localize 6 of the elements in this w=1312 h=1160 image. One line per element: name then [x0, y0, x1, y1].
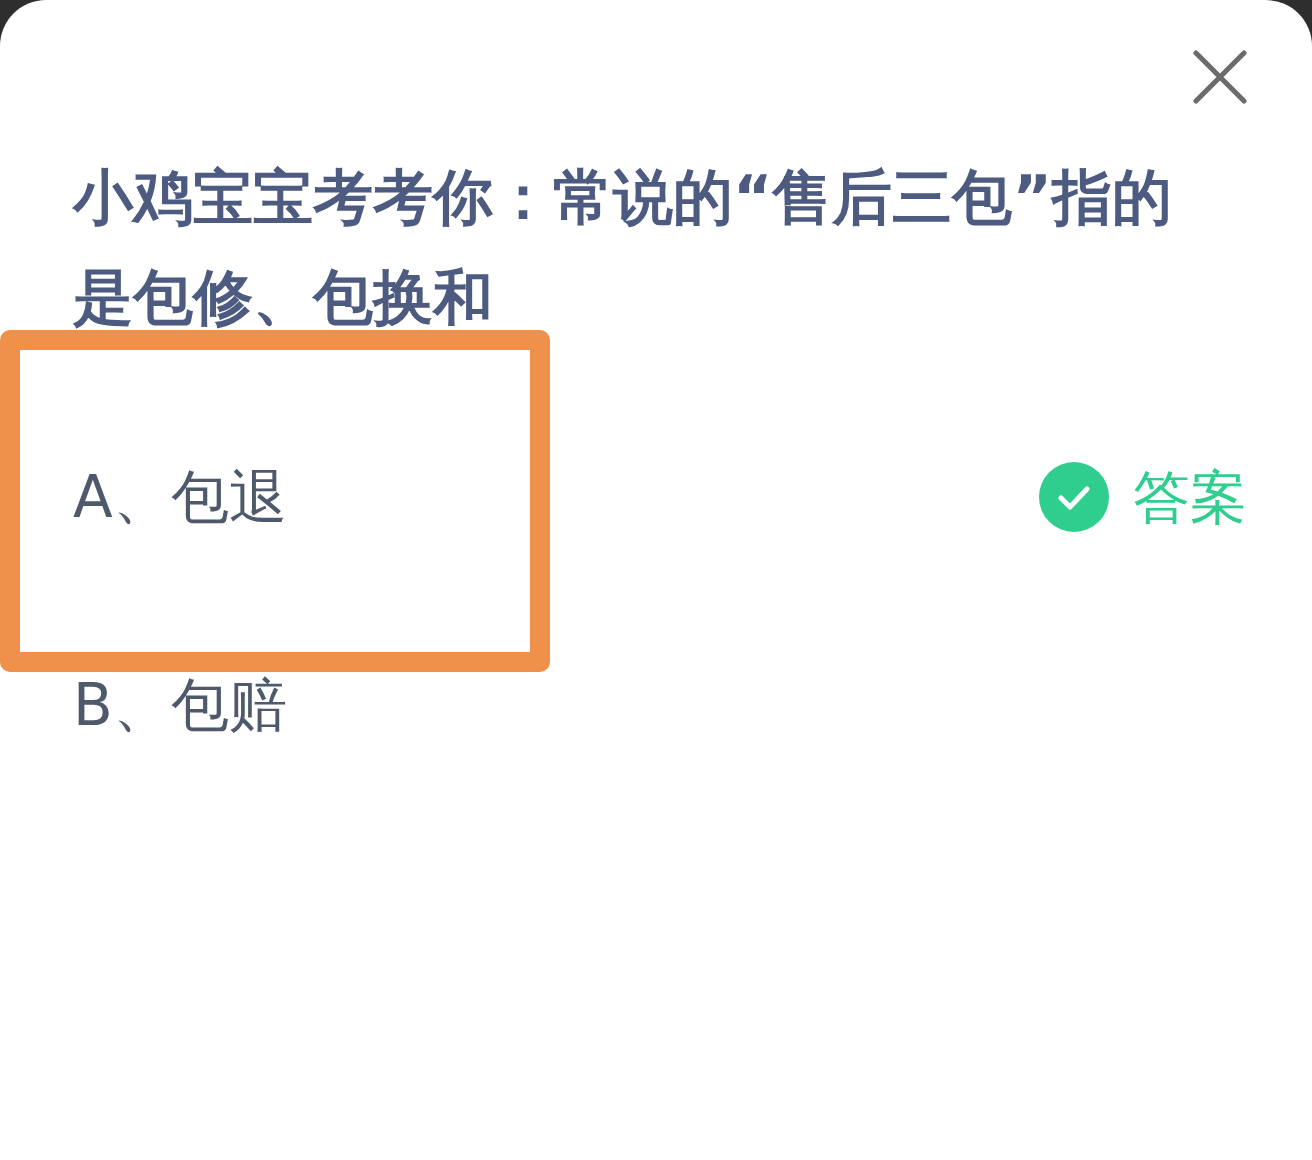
question-text: 小鸡宝宝考考你：常说的“售后三包”指的是包修、包换和 [73, 161, 1173, 334]
answer-option[interactable]: A、包退 [73, 461, 287, 533]
close-button[interactable] [1193, 50, 1247, 104]
close-icon [1193, 50, 1247, 104]
answer-label: 答案 [1133, 463, 1247, 532]
answer-option[interactable]: B、包赔 [73, 669, 287, 741]
